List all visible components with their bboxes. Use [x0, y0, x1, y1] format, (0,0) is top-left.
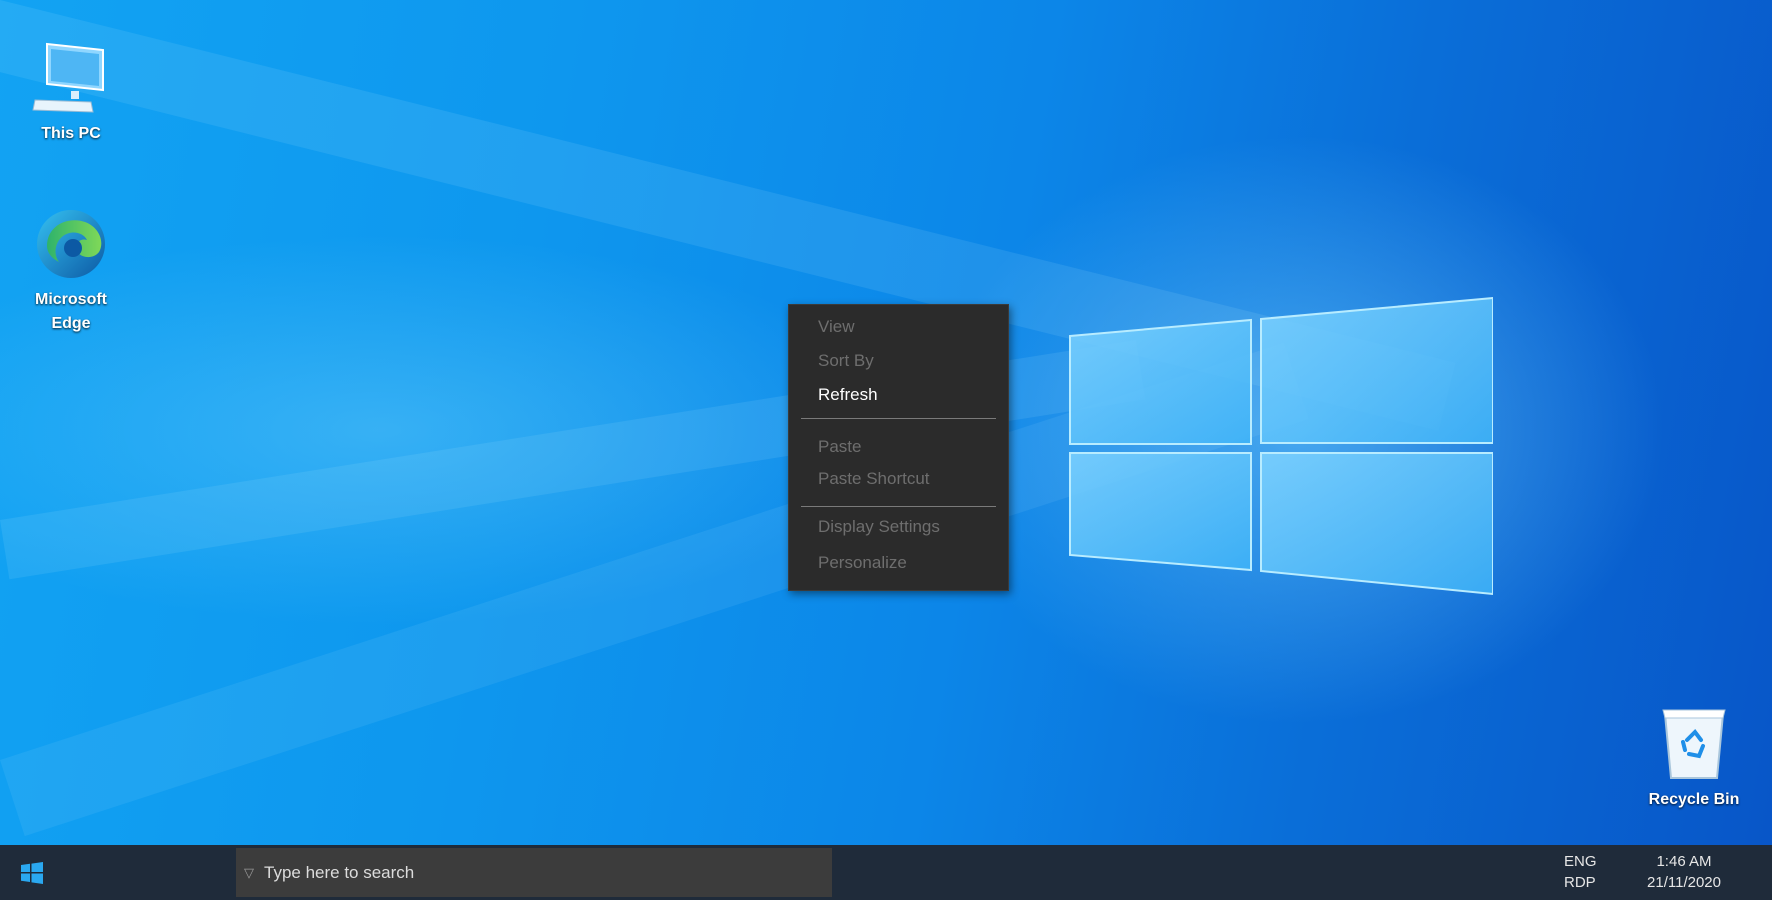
taskbar: ▽ Type here to search ENG RDP 1:46 AM 21… — [0, 845, 1772, 900]
edge-icon — [37, 210, 105, 278]
menu-item-label: Paste Shortcut — [818, 469, 930, 488]
menu-separator — [801, 418, 996, 419]
menu-item-label: Display Settings — [818, 517, 940, 536]
desktop-context-menu: View Sort By Refresh Paste Paste Shortcu… — [788, 304, 1009, 591]
clock[interactable]: 1:46 AM 21/11/2020 — [1626, 851, 1742, 893]
windows-wallpaper-logo — [1069, 296, 1493, 596]
menu-item-paste[interactable]: Paste — [789, 432, 1008, 462]
menu-item-sort-by[interactable]: Sort By — [789, 346, 1008, 376]
menu-item-personalize[interactable]: Personalize — [789, 548, 1008, 578]
menu-item-label: Paste — [818, 437, 862, 456]
search-placeholder: Type here to search — [264, 863, 415, 882]
menu-item-paste-shortcut[interactable]: Paste Shortcut — [789, 464, 1008, 494]
menu-item-display-settings[interactable]: Display Settings — [789, 512, 1008, 542]
start-button[interactable] — [0, 845, 64, 900]
menu-separator — [801, 506, 996, 507]
desktop[interactable]: This PC Microsoft Edge Recycle Bin View … — [0, 0, 1772, 845]
search-icon: ▽ — [244, 865, 254, 880]
desktop-icon-label: Recycle Bin — [1648, 791, 1740, 808]
desktop-icon-label: This PC — [41, 125, 101, 142]
desktop-icon-recycle-bin[interactable]: Recycle Bin — [1634, 706, 1754, 812]
menu-item-refresh[interactable]: Refresh — [789, 380, 1008, 410]
desktop-icon-microsoft-edge[interactable]: Microsoft Edge — [16, 206, 126, 336]
screen: This PC Microsoft Edge Recycle Bin View … — [0, 0, 1772, 900]
menu-item-label: Refresh — [818, 385, 878, 404]
clock-time: 1:46 AM — [1656, 853, 1712, 870]
desktop-icon-label: Microsoft Edge — [35, 291, 107, 332]
this-pc-icon — [32, 42, 104, 113]
menu-item-label: Personalize — [818, 553, 907, 572]
language-layout: RDP — [1564, 874, 1596, 891]
recycle-bin-icon — [1662, 709, 1726, 779]
menu-item-view[interactable]: View — [789, 312, 1008, 342]
input-language-indicator[interactable]: ENG RDP — [1564, 851, 1608, 893]
clock-date: 21/11/2020 — [1647, 874, 1721, 891]
menu-item-label: Sort By — [818, 351, 874, 370]
language-code: ENG — [1564, 853, 1597, 870]
search-input[interactable]: ▽ Type here to search — [236, 848, 832, 897]
windows-start-icon — [21, 861, 43, 884]
menu-item-label: View — [818, 317, 855, 336]
desktop-icon-this-pc[interactable]: This PC — [16, 38, 126, 146]
